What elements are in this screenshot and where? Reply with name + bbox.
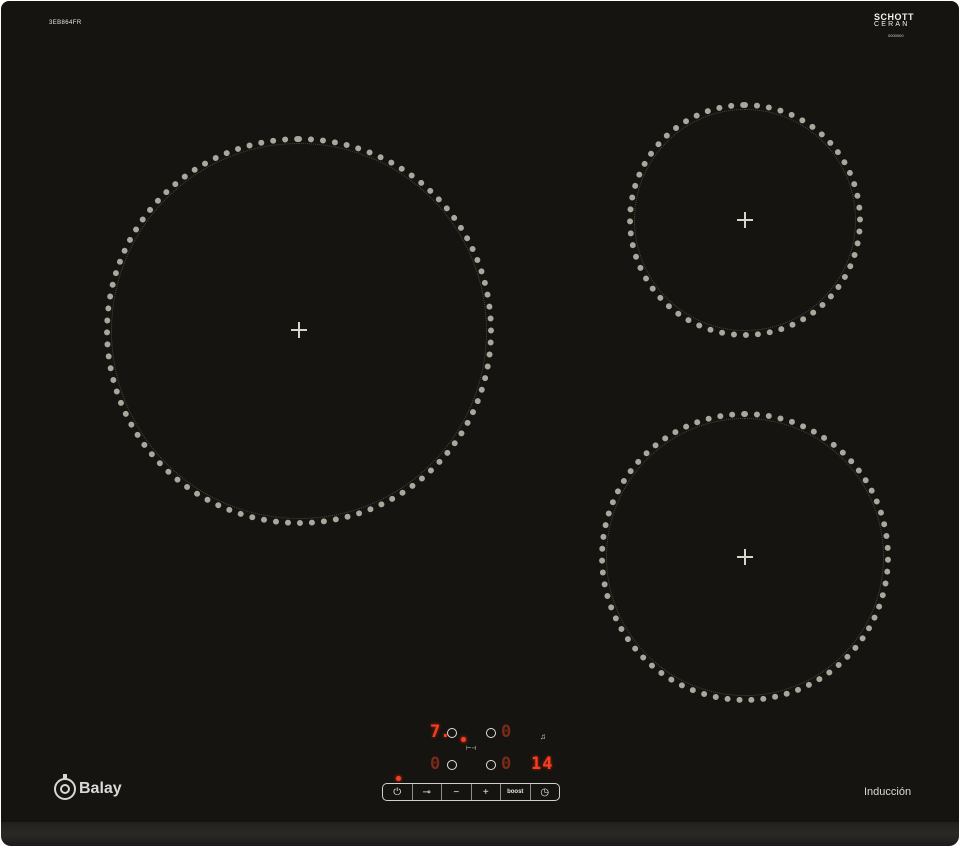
zone-select-left-bottom[interactable] <box>447 760 457 770</box>
zone-center-cross <box>291 322 307 338</box>
induction-cooktop: 3EB864FR SCHOTT CERAN 0000000 7. ⊢⊣ 0 ♫ … <box>0 0 960 849</box>
glass-code: 0000000 <box>888 33 904 38</box>
zone-select-left-top[interactable] <box>447 728 457 738</box>
active-zone-indicator <box>461 737 466 742</box>
zone-center-cross <box>737 549 753 565</box>
power-display-left-bottom: 0 <box>430 754 441 774</box>
zone-center-cross <box>737 212 753 228</box>
timer-link-icon: ⊢⊣ <box>466 746 477 752</box>
timer-button[interactable]: ◷ <box>531 784 560 800</box>
power-on-indicator <box>396 776 401 781</box>
front-edge <box>1 822 959 846</box>
power-button[interactable]: ⏻ <box>383 784 413 800</box>
timer-display: 14 <box>531 754 554 774</box>
minus-button[interactable]: − <box>442 784 472 800</box>
zone-select-right-bottom[interactable] <box>486 760 496 770</box>
model-code: 3EB864FR <box>49 20 82 26</box>
boost-button[interactable]: boost <box>501 784 531 800</box>
brand-name: Balay <box>79 780 122 797</box>
power-display-right-top: 0 <box>501 722 512 742</box>
power-display-right-bottom: 0 <box>501 754 512 774</box>
glass-brand-line2: CERAN <box>874 21 910 28</box>
lock-button[interactable]: ⊸ <box>413 784 442 800</box>
induction-label: Inducción <box>864 786 912 798</box>
zone-select-right-top[interactable] <box>486 728 496 738</box>
brand-mark-icon <box>54 774 76 800</box>
touch-control-bar: ⏻ ⊸ − + boost ◷ <box>382 783 560 801</box>
bell-icon: ♫ <box>540 732 546 741</box>
plus-button[interactable]: + <box>472 784 501 800</box>
brand-logo: Balay <box>54 774 122 800</box>
